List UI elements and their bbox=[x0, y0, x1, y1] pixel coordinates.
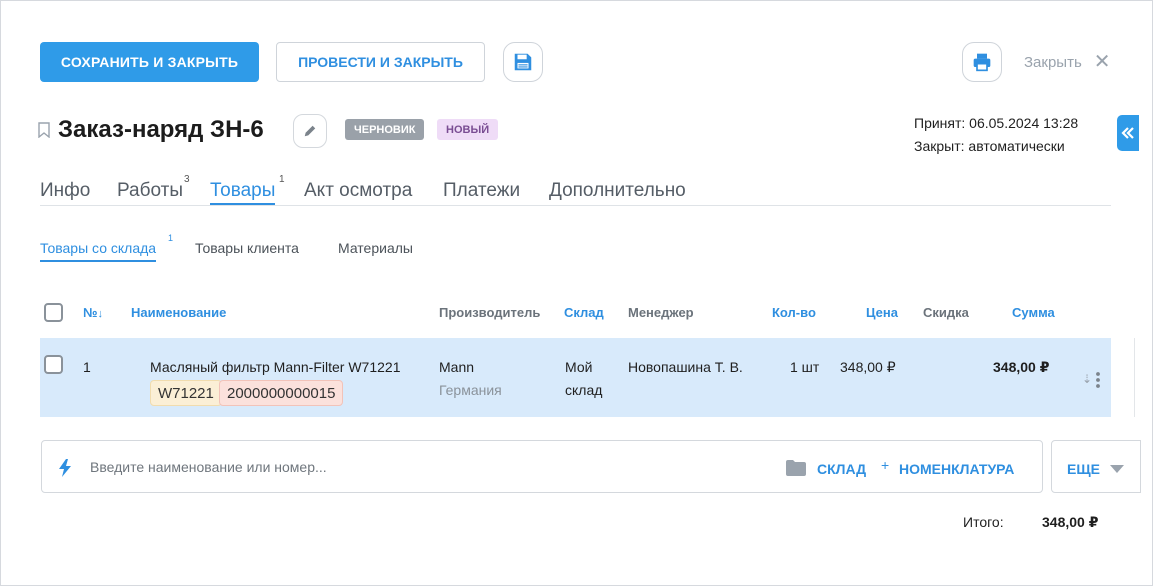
row-number: 1 bbox=[83, 359, 91, 375]
status-badge-draft: ЧЕРНОВИК bbox=[345, 119, 425, 140]
more-dropdown[interactable]: ЕЩЕ bbox=[1051, 440, 1141, 493]
column-sum[interactable]: Сумма bbox=[1012, 305, 1055, 320]
product-search-bar: СКЛАД + НОМЕНКЛАТУРА bbox=[41, 440, 1043, 493]
floppy-disk-icon bbox=[514, 53, 532, 71]
accepted-date: Принят: 06.05.2024 13:28 bbox=[914, 115, 1079, 131]
subtab-warehouse-goods-count: 1 bbox=[168, 233, 174, 243]
post-and-close-button[interactable]: ПРОВЕСТИ И ЗАКРЫТЬ bbox=[276, 42, 485, 82]
tab-works-count: 3 bbox=[184, 174, 190, 185]
close-icon[interactable]: ✕ bbox=[1094, 52, 1111, 72]
folder-icon bbox=[786, 460, 806, 476]
column-discount[interactable]: Скидка bbox=[923, 305, 969, 320]
drag-handle-icon[interactable]: ⇣ bbox=[1082, 372, 1092, 386]
column-number[interactable]: №↓ bbox=[83, 305, 103, 320]
lightning-icon bbox=[59, 459, 71, 477]
tab-info[interactable]: Инфо bbox=[40, 180, 90, 202]
print-button[interactable] bbox=[962, 42, 1002, 82]
pencil-icon bbox=[304, 125, 316, 137]
warehouse-link[interactable]: СКЛАД bbox=[817, 461, 866, 477]
subtab-materials[interactable]: Материалы bbox=[338, 240, 413, 256]
closed-info: Закрыт: автоматически bbox=[914, 138, 1065, 154]
row-sum: 348,00 ₽ bbox=[993, 359, 1050, 375]
row-price[interactable]: 348,00 ₽ bbox=[840, 359, 896, 376]
more-vertical-icon[interactable] bbox=[1095, 371, 1101, 389]
caret-down-icon bbox=[1110, 465, 1124, 473]
double-chevron-left-icon bbox=[1121, 127, 1134, 139]
select-all-checkbox[interactable] bbox=[44, 303, 63, 322]
tab-inspection[interactable]: Акт осмотра bbox=[304, 180, 412, 202]
row-checkbox[interactable] bbox=[44, 355, 63, 374]
barcode-chip[interactable]: 2000000000015 bbox=[219, 380, 344, 406]
close-label: Закрыть bbox=[1024, 53, 1082, 71]
row-qty[interactable]: 1 шт bbox=[790, 359, 819, 375]
column-name[interactable]: Наименование bbox=[131, 305, 226, 320]
plus-icon: + bbox=[881, 457, 890, 473]
page-title: Заказ-наряд ЗН-6 bbox=[58, 116, 264, 143]
row-maker: Mann bbox=[439, 359, 475, 375]
save-button[interactable] bbox=[503, 42, 543, 82]
row-warehouse-line2: склад bbox=[565, 382, 603, 398]
tab-goods[interactable]: Товары 1 bbox=[210, 174, 285, 205]
tab-goods-count: 1 bbox=[279, 174, 285, 185]
row-warehouse-line1: Мой bbox=[565, 359, 593, 375]
subtab-warehouse-goods[interactable]: Товары со склада 1 bbox=[40, 233, 173, 262]
bookmark-icon[interactable] bbox=[38, 122, 50, 138]
edit-title-button[interactable] bbox=[293, 114, 327, 148]
column-price[interactable]: Цена bbox=[866, 305, 898, 320]
total-value: 348,00 ₽ bbox=[1042, 514, 1099, 530]
subtab-client-goods[interactable]: Товары клиента bbox=[195, 240, 299, 256]
row-product-name[interactable]: Масляный фильтр Mann-Filter W71221 bbox=[150, 359, 400, 375]
row-manager: Новопашина Т. В. bbox=[628, 359, 743, 375]
total-label: Итого: bbox=[963, 514, 1004, 530]
more-label: ЕЩЕ bbox=[1067, 461, 1100, 477]
printer-icon bbox=[973, 53, 991, 72]
collapse-panel-button[interactable] bbox=[1117, 115, 1139, 151]
tab-payments[interactable]: Платежи bbox=[443, 180, 520, 202]
column-maker[interactable]: Производитель bbox=[439, 305, 540, 320]
column-qty[interactable]: Кол-во bbox=[772, 305, 816, 320]
close-link[interactable]: Закрыть ✕ bbox=[1024, 52, 1111, 72]
row-country: Германия bbox=[439, 382, 502, 398]
article-chip[interactable]: W71221 bbox=[150, 380, 222, 406]
column-manager[interactable]: Менеджер bbox=[628, 305, 694, 320]
table-row-edge bbox=[1111, 338, 1135, 417]
status-badge-new: НОВЫЙ bbox=[437, 119, 499, 140]
tab-works[interactable]: Работы 3 bbox=[117, 174, 190, 202]
window-frame bbox=[0, 0, 1153, 586]
product-search-input[interactable] bbox=[90, 457, 730, 477]
tab-additional[interactable]: Дополнительно bbox=[549, 180, 686, 202]
nomenclature-link[interactable]: НОМЕНКЛАТУРА bbox=[899, 461, 1014, 477]
save-and-close-button[interactable]: СОХРАНИТЬ И ЗАКРЫТЬ bbox=[40, 42, 259, 82]
column-warehouse[interactable]: Склад bbox=[564, 305, 604, 320]
main-tabs: Инфо Работы 3 Товары 1 Акт осмотра Платежи… bbox=[40, 174, 1111, 206]
sort-arrow-icon: ↓ bbox=[97, 308, 104, 320]
